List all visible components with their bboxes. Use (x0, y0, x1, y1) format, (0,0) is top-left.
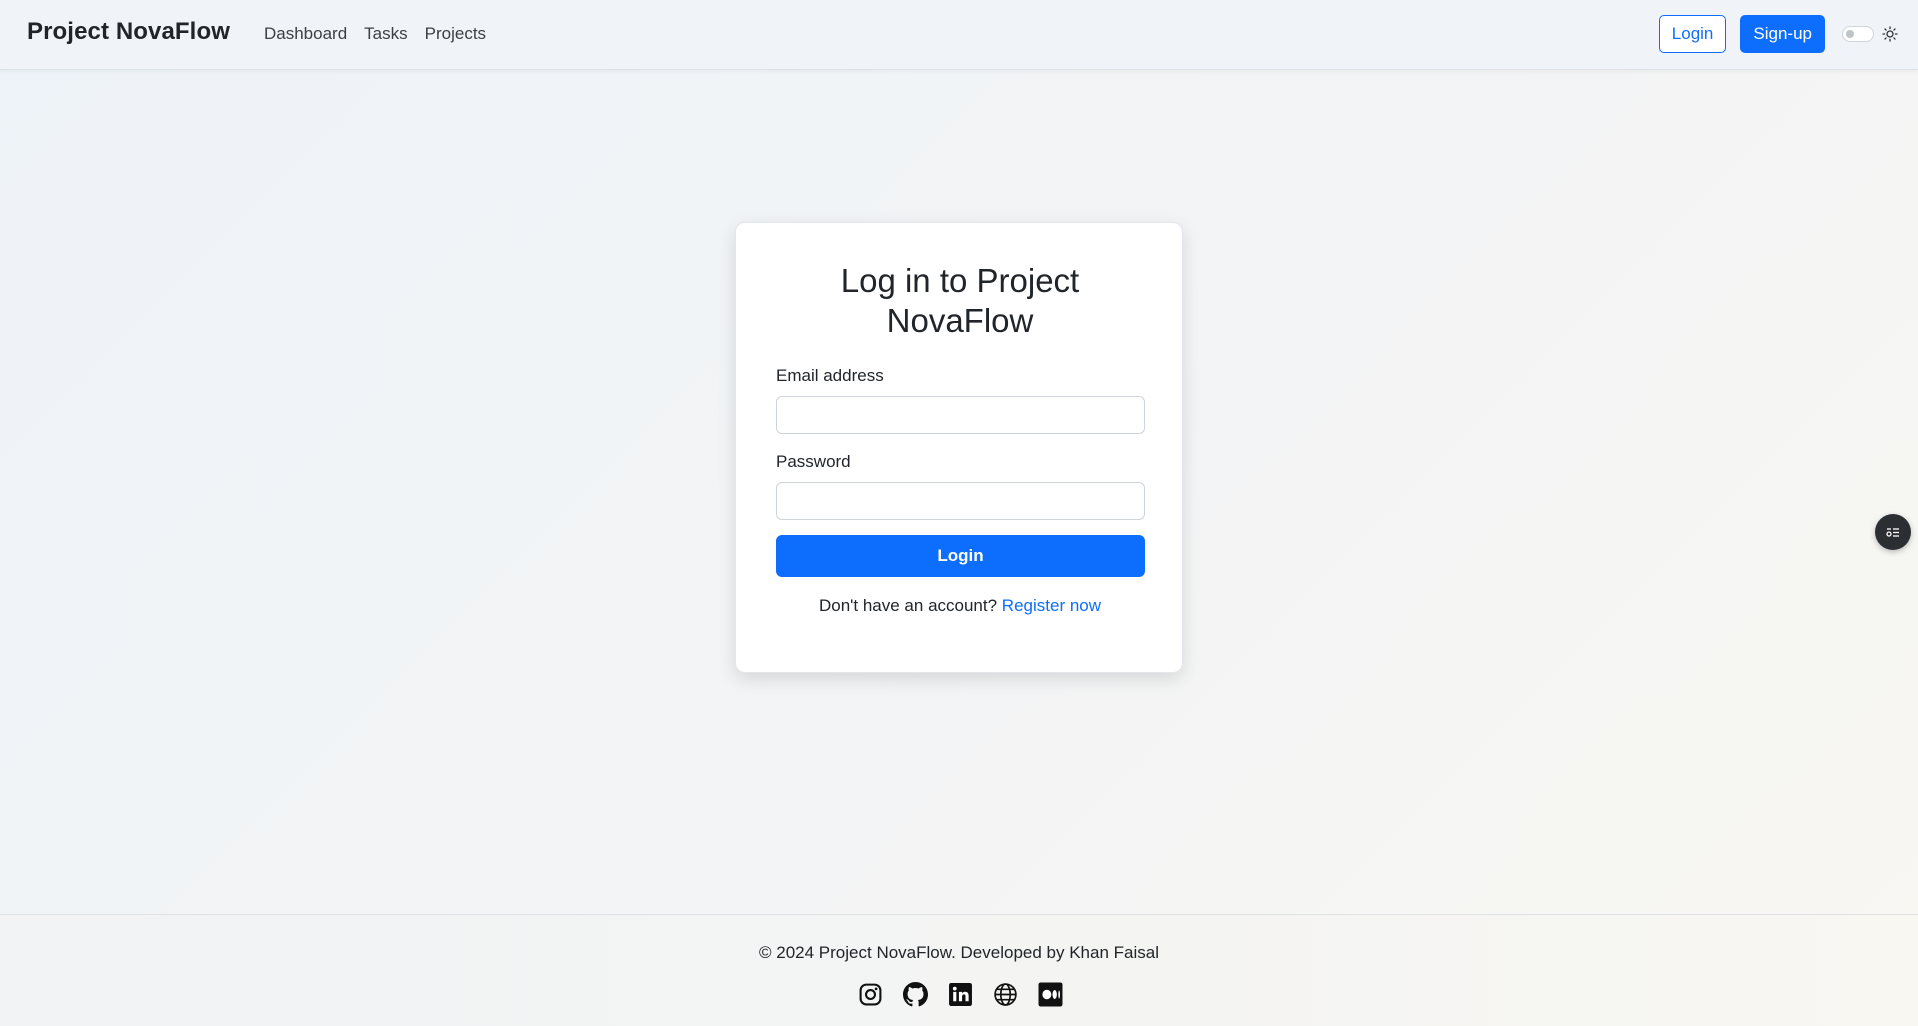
medium-icon (1038, 982, 1062, 1006)
password-label: Password (776, 452, 851, 471)
register-now-link[interactable]: Register now (1002, 596, 1101, 615)
instagram-link[interactable] (857, 981, 883, 1007)
email-label: Email address (776, 366, 884, 385)
login-nav-button[interactable]: Login (1658, 15, 1727, 53)
nav-links: Dashboard Tasks Projects (264, 24, 503, 44)
register-prompt: Don't have an account? (818, 596, 998, 615)
register-prompt-line: Don't have an account? Register now (736, 596, 1184, 616)
github-link[interactable] (902, 981, 928, 1007)
github-icon (902, 981, 928, 1006)
medium-link[interactable] (1037, 981, 1063, 1007)
login-title: Log in to Project NovaFlow (736, 261, 1184, 341)
nav-link-projects[interactable]: Projects (425, 24, 486, 44)
globe-icon (993, 982, 1017, 1006)
nav-link-tasks[interactable]: Tasks (364, 24, 407, 44)
nav-link-dashboard[interactable]: Dashboard (264, 24, 347, 44)
theme-toggle[interactable] (1842, 26, 1874, 42)
login-title-line2: NovaFlow (886, 302, 1034, 339)
linkedin-icon (948, 982, 972, 1006)
linkedin-link[interactable] (947, 981, 973, 1007)
brand-logo[interactable]: Project NovaFlow (27, 18, 230, 46)
theme-toggle-knob (1846, 30, 1854, 38)
navbar: Project NovaFlow Dashboard Tasks Project… (0, 0, 1918, 70)
instagram-icon (859, 983, 881, 1005)
login-title-line1: Log in to Project (840, 262, 1080, 299)
login-submit-button[interactable]: Login (776, 535, 1145, 577)
toc-list-icon (1886, 528, 1899, 537)
social-links (857, 981, 1063, 1007)
email-field[interactable] (776, 396, 1145, 434)
copyright-text: © 2024 Project NovaFlow. Developed by Kh… (759, 943, 1159, 962)
signup-nav-button[interactable]: Sign-up (1740, 15, 1825, 53)
login-card: Log in to Project NovaFlow Email address… (735, 222, 1183, 673)
nav-actions: Login Sign-up (1658, 15, 1898, 53)
website-link[interactable] (992, 981, 1018, 1007)
sun-icon (1882, 26, 1898, 42)
floating-toc-button[interactable] (1875, 514, 1911, 550)
footer: © 2024 Project NovaFlow. Developed by Kh… (0, 914, 1918, 1026)
password-field[interactable] (776, 482, 1145, 520)
